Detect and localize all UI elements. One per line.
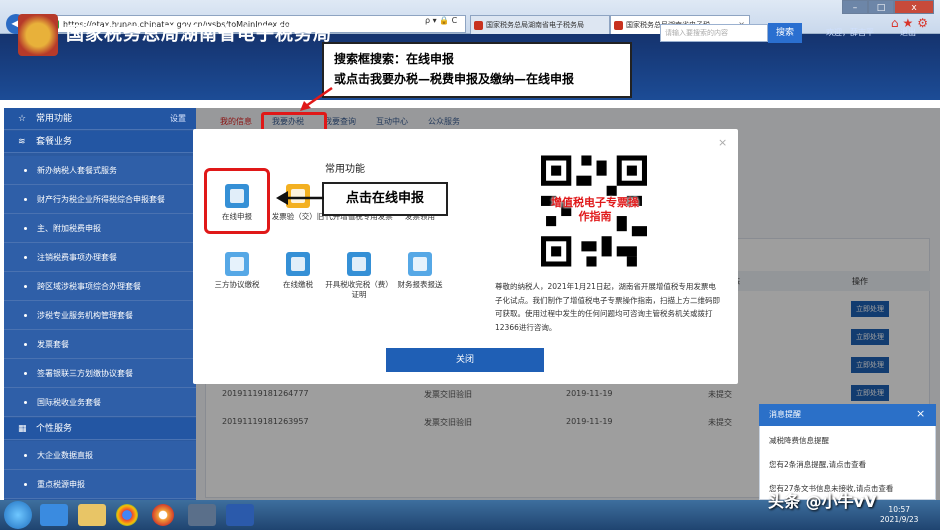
chrome-icon[interactable]	[116, 504, 138, 526]
sidebar-item[interactable]: 国际税收业务套餐	[4, 388, 196, 417]
taskbar-clock: 10:57 2021/9/23	[880, 505, 919, 524]
browser-tab-1[interactable]: 国家税务总局湖南省电子税务局	[470, 15, 610, 34]
annotation-click-online-declare: 点击在线申报	[322, 182, 448, 216]
sidebar-item[interactable]: 财产行为税企业所得税综合申报套餐	[4, 185, 196, 214]
word-icon[interactable]	[226, 504, 254, 526]
browser-app-icon[interactable]	[152, 504, 174, 526]
modal-close-icon[interactable]: ×	[718, 136, 727, 149]
notification-title: 消息提醒	[759, 404, 936, 426]
window-controls: – □ x	[842, 0, 934, 14]
address-tools[interactable]: ρ ▾ 🔒 C	[425, 16, 457, 25]
logout-link[interactable]: 退出	[900, 27, 916, 38]
tax-favicon-icon	[614, 21, 623, 30]
sidebar: ☆ 常用功能 设置 ≋ 套餐业务 新办纳税人套餐式服务 财产行为税企业所得税综合申报…	[4, 108, 196, 500]
financial-report-icon	[408, 252, 432, 276]
sidebar-item[interactable]: 签署银联三方划缴协议套餐	[4, 359, 196, 388]
sidebar-common-functions[interactable]: ☆ 常用功能 设置	[4, 108, 196, 130]
maximize-button[interactable]: □	[868, 0, 894, 14]
search-button[interactable]: 搜索	[768, 23, 802, 43]
func-online-payment[interactable]: 在线缴税	[263, 252, 333, 290]
arrow-icon	[300, 86, 333, 111]
tripartite-agreement-icon	[225, 252, 249, 276]
modal-notice: 尊敬的纳税人，2021年1月21日起，湖南省开展增值税专用发票电子化试点。我们制…	[495, 282, 720, 332]
tax-emblem-icon	[18, 14, 58, 56]
settings-link[interactable]: 设置	[170, 108, 186, 130]
notification-close-icon[interactable]: ×	[916, 407, 925, 420]
highlight-online-declare	[204, 168, 270, 234]
online-payment-icon	[286, 252, 310, 276]
site-title: 国家税务总局湖南省电子税务局	[66, 24, 332, 45]
sidebar-item[interactable]: 发票套餐	[4, 330, 196, 359]
watermark: 头条 @小牛vV	[768, 492, 877, 511]
minimize-button[interactable]: –	[842, 0, 868, 14]
search-input[interactable]: 请输入要搜索的内容	[660, 24, 768, 42]
sidebar-item[interactable]: 重点税源申报	[4, 470, 196, 499]
close-window-button[interactable]: x	[894, 0, 934, 14]
sidebar-item[interactable]: 大企业数据直报	[4, 441, 196, 470]
tax-certificate-icon	[347, 252, 371, 276]
annotation-search-instruction: 搜索框搜索：在线申报 或点击我要办税—税费申报及缴纳—在线申报	[322, 42, 632, 98]
star-icon: ☆	[18, 114, 27, 124]
qr-caption: 增值税电子专票操作指南	[551, 196, 639, 223]
grid-icon: ▦	[18, 424, 27, 434]
folder-icon[interactable]	[78, 504, 106, 526]
arrow-icon	[276, 191, 324, 205]
func-financial-report[interactable]: 财务报表报送	[385, 252, 455, 290]
sidebar-item[interactable]: 涉税专业服务机构管理套餐	[4, 301, 196, 330]
notification-item[interactable]: 您有2条消息提醒,请点击查看	[769, 459, 866, 470]
notification-item[interactable]: 减税降费信息提醒	[769, 435, 829, 446]
modal-section-title: 常用功能	[325, 164, 365, 175]
ie-icon[interactable]	[40, 504, 68, 526]
sidebar-item[interactable]: 新办纳税人套餐式服务	[4, 156, 196, 185]
func-tax-certificate[interactable]: 开具税收完税（费）证明	[324, 252, 394, 300]
welcome-text: 欢迎，薛吉平	[826, 28, 874, 37]
sidebar-personal-service[interactable]: ▦ 个性服务	[4, 418, 196, 440]
sidebar-item[interactable]: 注销税费事项办理套餐	[4, 243, 196, 272]
sidebar-item[interactable]: 主、附加税费申报	[4, 214, 196, 243]
close-modal-button[interactable]: 关闭	[386, 348, 544, 372]
func-tripartite-agreement[interactable]: 三方协议缴税	[202, 252, 272, 290]
start-button-icon[interactable]	[4, 501, 32, 529]
sidebar-package-business[interactable]: ≋ 套餐业务	[4, 131, 196, 153]
window-app-icon[interactable]	[188, 504, 216, 526]
sidebar-item[interactable]: 跨区域涉税事项综合办理套餐	[4, 272, 196, 301]
tax-favicon-icon	[474, 21, 483, 30]
layers-icon: ≋	[18, 137, 26, 147]
